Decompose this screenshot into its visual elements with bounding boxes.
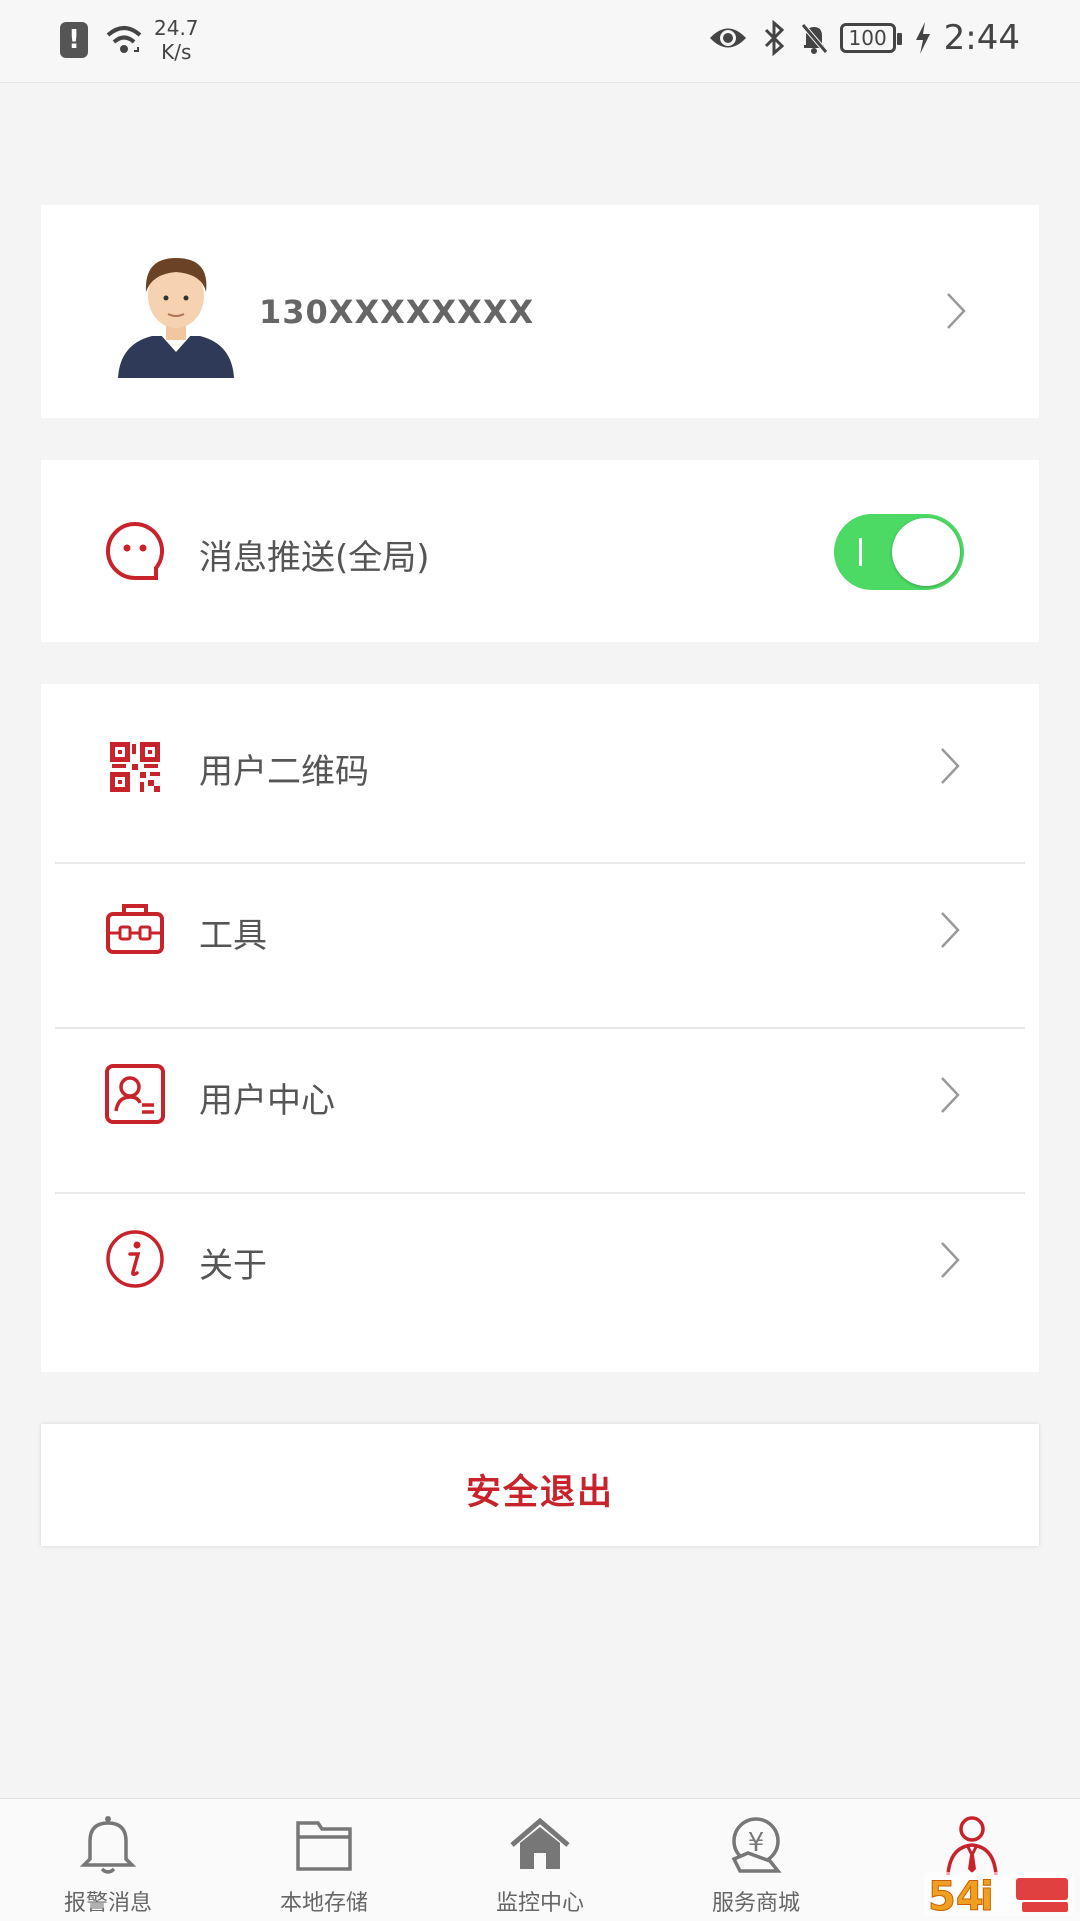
nav-label: 监控中心 xyxy=(495,1891,584,1916)
phone-number: 130XXXXXXXX xyxy=(259,293,535,331)
menu-item-label: 用户中心 xyxy=(199,1081,335,1121)
message-bubble-icon xyxy=(106,521,164,580)
site-watermark-logo: 54 i xyxy=(924,1872,1074,1918)
toggle-knob xyxy=(892,518,960,586)
charging-icon xyxy=(915,22,930,54)
clock: 2:44 xyxy=(943,18,1020,58)
menu-item-label: 用户二维码 xyxy=(199,752,369,792)
menu-item-tools[interactable]: 工具 xyxy=(41,864,1039,1029)
menu-card: 用户二维码 工具 用户中心 关于 xyxy=(41,684,1039,1372)
logout-label: 安全退出 xyxy=(465,1473,614,1513)
qr-code-icon xyxy=(110,742,160,792)
menu-item-label: 工具 xyxy=(199,916,267,956)
push-toggle[interactable] xyxy=(834,514,964,590)
nav-label: 报警消息 xyxy=(63,1891,152,1916)
battery-indicator: 100 xyxy=(839,23,902,53)
network-speed: 24.7 K/s xyxy=(154,16,199,64)
status-bar: ! 24.7 K/s 100 2:44 xyxy=(0,0,1080,83)
chevron-right-icon xyxy=(941,912,960,948)
status-right: 100 2:44 xyxy=(708,18,1020,58)
menu-item-label: 关于 xyxy=(199,1246,267,1286)
folder-icon xyxy=(296,1821,352,1871)
svg-text:54: 54 xyxy=(928,1874,984,1918)
push-setting-card: 消息推送(全局) xyxy=(41,460,1039,642)
network-speed-value: 24.7 xyxy=(154,16,199,40)
nav-label: 服务商城 xyxy=(711,1891,800,1916)
nav-alarm-messages[interactable]: 报警消息 xyxy=(0,1799,216,1921)
logout-button[interactable]: 安全退出 xyxy=(41,1424,1039,1546)
chevron-right-icon xyxy=(941,748,960,784)
alert-icon: ! xyxy=(60,22,88,58)
toggle-on-mark xyxy=(859,538,862,566)
profile-card[interactable]: 130XXXXXXXX xyxy=(41,205,1039,418)
wifi-icon xyxy=(106,26,142,53)
menu-item-user-center[interactable]: 用户中心 xyxy=(41,1029,1039,1194)
avatar xyxy=(118,258,234,378)
bluetooth-icon xyxy=(764,20,784,56)
push-label: 消息推送(全局) xyxy=(199,538,430,578)
chevron-right-icon xyxy=(941,1077,960,1113)
svg-text:i: i xyxy=(980,1874,994,1918)
menu-item-about[interactable]: 关于 xyxy=(41,1194,1039,1359)
nav-service-mall[interactable]: ¥ 服务商城 xyxy=(648,1799,864,1921)
chevron-right-icon xyxy=(947,293,966,329)
bell-icon xyxy=(79,1816,137,1874)
network-speed-unit: K/s xyxy=(161,40,192,64)
toolbox-icon xyxy=(106,904,164,954)
yuan-coin-icon: ¥ xyxy=(731,1817,782,1873)
eye-icon xyxy=(709,28,746,48)
info-icon xyxy=(106,1230,164,1288)
status-left: ! 24.7 K/s xyxy=(60,16,199,64)
menu-item-qr-code[interactable]: 用户二维码 xyxy=(41,684,1039,849)
bell-muted-icon xyxy=(800,23,828,54)
user-card-icon xyxy=(105,1064,165,1124)
nav-monitor-center[interactable]: 监控中心 xyxy=(432,1799,648,1921)
nav-local-storage[interactable]: 本地存储 xyxy=(216,1799,432,1921)
chevron-right-icon xyxy=(941,1242,960,1278)
nav-label: 本地存储 xyxy=(279,1891,368,1916)
bottom-nav: 报警消息 本地存储 监控中心 ¥ 服务商城 xyxy=(0,1798,1080,1921)
home-icon xyxy=(510,1817,570,1869)
